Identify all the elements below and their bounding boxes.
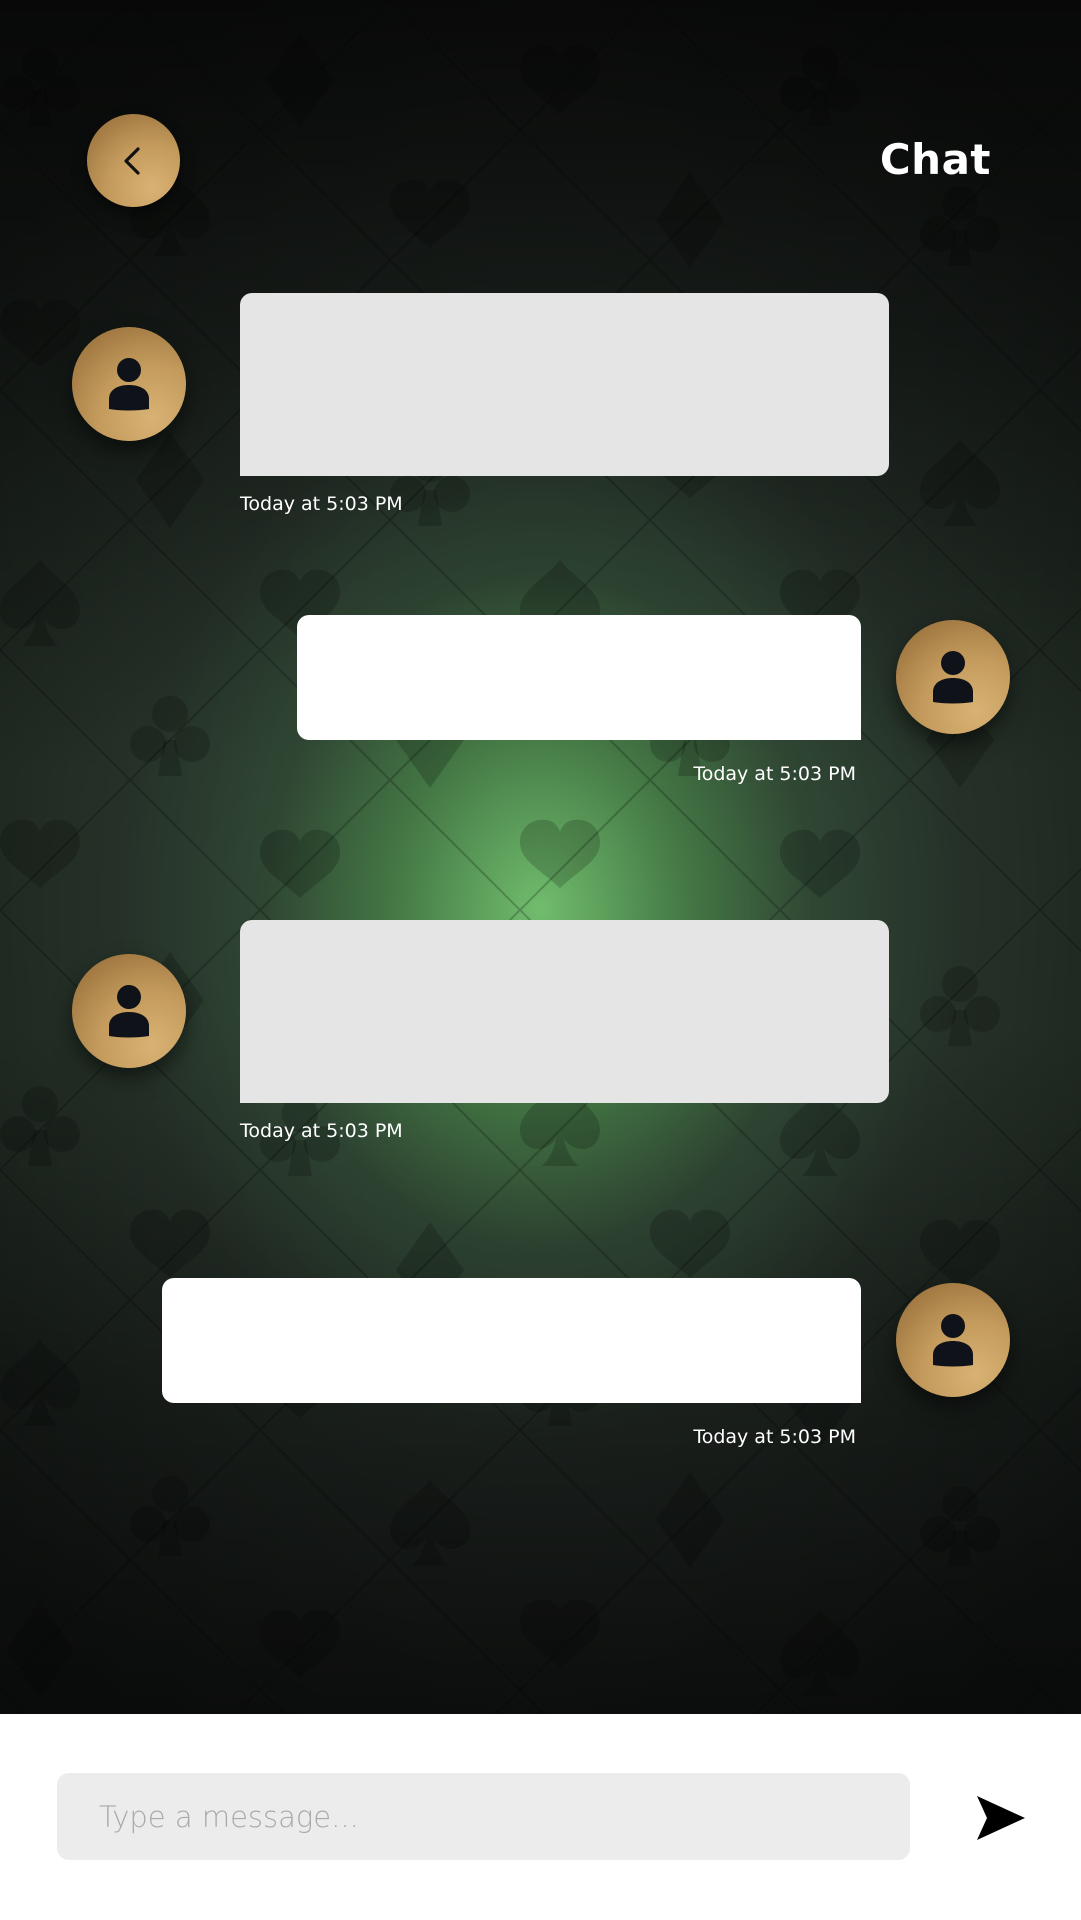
chevron-left-icon <box>123 146 140 175</box>
back-button[interactable] <box>87 114 180 207</box>
avatar[interactable] <box>896 620 1010 734</box>
avatar[interactable] <box>72 954 186 1068</box>
chat-screen: Chat Today at 5:03 PM Today at 5:03 PM T… <box>0 0 1081 1920</box>
message-input[interactable] <box>57 1773 910 1860</box>
page-title: Chat <box>879 135 991 184</box>
message-composer <box>0 1714 1081 1920</box>
message-bubble-sent[interactable] <box>297 615 861 740</box>
message-bubble-sent[interactable] <box>162 1278 861 1403</box>
user-icon <box>109 985 149 1038</box>
send-icon <box>977 1796 1025 1840</box>
chat-message-area[interactable]: Chat Today at 5:03 PM Today at 5:03 PM T… <box>0 0 1081 1714</box>
card-suit-pattern <box>0 0 1081 1714</box>
message-timestamp: Today at 5:03 PM <box>693 1426 856 1448</box>
avatar[interactable] <box>72 327 186 441</box>
message-timestamp: Today at 5:03 PM <box>240 493 403 515</box>
user-icon <box>109 358 149 411</box>
message-bubble-received[interactable] <box>240 920 889 1103</box>
user-icon <box>933 1314 973 1367</box>
message-timestamp: Today at 5:03 PM <box>693 763 856 785</box>
user-icon <box>933 651 973 704</box>
message-bubble-received[interactable] <box>240 293 889 476</box>
message-timestamp: Today at 5:03 PM <box>240 1120 403 1142</box>
send-button[interactable] <box>975 1794 1027 1842</box>
avatar[interactable] <box>896 1283 1010 1397</box>
